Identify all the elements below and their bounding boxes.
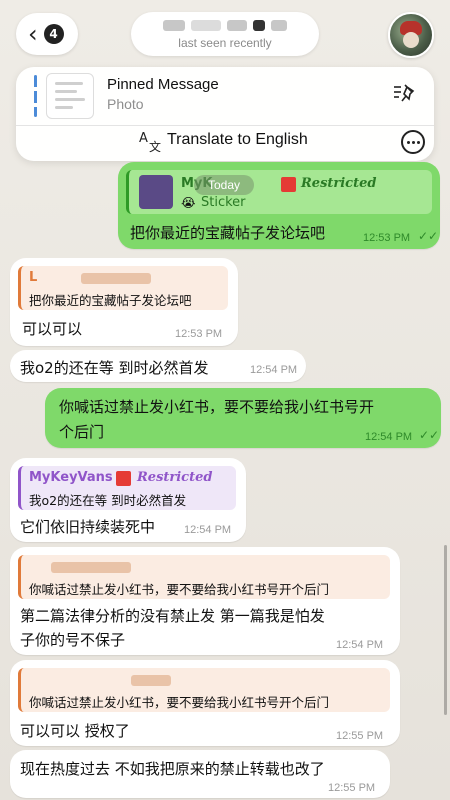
reply-text: 你喊话过禁止发小红书，要不要给我小红书号开个后门 xyxy=(29,695,330,710)
message-text-line-2: 个后门 xyxy=(59,423,105,441)
panel-divider xyxy=(16,125,434,126)
pinned-subtitle: Photo xyxy=(107,96,144,112)
message-text-line-1: 第二篇法律分析的没有禁止发 第一篇我是怕发 xyxy=(20,607,325,625)
restricted-label: Restricted xyxy=(301,176,377,191)
message-time: 12:54 PM xyxy=(336,639,384,651)
reply-preview[interactable]: L 把你最近的宝藏帖子发论坛吧 xyxy=(18,266,228,310)
contact-status: last seen recently xyxy=(178,36,272,50)
svg-text:A: A xyxy=(139,131,148,146)
message-bubble-incoming[interactable]: MyKeyVans Restricted 我o2的还在等 到时必然首发 它们依旧… xyxy=(10,458,246,542)
message-bubble-incoming[interactable]: L 把你最近的宝藏帖子发论坛吧 可以可以 12:53 PM xyxy=(10,258,238,346)
sticker-thumbnail xyxy=(139,175,173,209)
double-check-icon: ✓✓ xyxy=(418,229,439,243)
message-bubble-incoming[interactable]: 你喊话过禁止发小红书，要不要给我小红书号开个后门 第二篇法律分析的没有禁止发 第… xyxy=(10,547,400,655)
red-square-icon xyxy=(281,177,296,192)
message-text: 可以可以 授权了 xyxy=(20,722,130,740)
back-button[interactable]: ‹ 4 xyxy=(16,13,78,55)
restricted-label: Restricted xyxy=(137,470,213,485)
redacted-name xyxy=(51,562,131,573)
chat-title[interactable]: last seen recently xyxy=(131,12,319,56)
message-text: 把你最近的宝藏帖子发论坛吧 xyxy=(130,224,326,242)
message-time: 12:54 PM xyxy=(250,364,298,376)
pinned-panel: Pinned Message Photo A 文 Translate to En… xyxy=(16,67,434,161)
message-time: 12:54 PM xyxy=(184,524,232,536)
message-time: 12:55 PM xyxy=(328,782,376,794)
message-bubble-incoming[interactable]: 我o2的还在等 到时必然首发 12:54 PM xyxy=(10,350,306,382)
message-time: 12:53 PM xyxy=(175,328,223,340)
reply-preview[interactable]: MyK Restricted 😭 Sticker xyxy=(126,170,432,214)
reply-subtitle: Sticker xyxy=(201,195,246,210)
reply-preview[interactable]: 你喊话过禁止发小红书，要不要给我小红书号开个后门 xyxy=(18,668,390,712)
message-bubble-incoming[interactable]: 你喊话过禁止发小红书，要不要给我小红书号开个后门 可以可以 授权了 12:55 … xyxy=(10,660,400,746)
pinned-photo-thumbnail[interactable] xyxy=(46,73,94,119)
reply-text: 你喊话过禁止发小红书，要不要给我小红书号开个后门 xyxy=(29,582,330,597)
contact-avatar[interactable] xyxy=(388,12,434,58)
message-text-line-1: 你喊话过禁止发小红书，要不要给我小红书号开 xyxy=(59,398,375,416)
message-text: 现在热度过去 不如我把原来的禁止转载也改了 xyxy=(20,760,325,778)
chat-header: ‹ 4 last seen recently xyxy=(0,0,450,68)
message-text-line-2: 子你的号不保子 xyxy=(20,631,126,649)
translate-button[interactable]: Translate to English xyxy=(167,131,308,149)
svg-text:文: 文 xyxy=(149,139,161,153)
date-badge: Today xyxy=(194,175,254,195)
red-square-icon xyxy=(116,471,131,486)
pinned-title[interactable]: Pinned Message xyxy=(107,76,219,93)
message-text: 它们依旧持续装死中 xyxy=(20,518,156,536)
reply-preview[interactable]: MyKeyVans Restricted 我o2的还在等 到时必然首发 xyxy=(18,466,236,510)
contact-name-redacted xyxy=(163,18,287,32)
message-text: 我o2的还在等 到时必然首发 xyxy=(20,359,209,377)
message-time: 12:53 PM xyxy=(363,232,411,244)
message-bubble-incoming[interactable]: 现在热度过去 不如我把原来的禁止转载也改了 12:55 PM xyxy=(10,750,390,798)
scrollbar[interactable] xyxy=(444,545,447,715)
message-bubble-outgoing[interactable]: MyK Restricted 😭 Sticker 把你最近的宝藏帖子发论坛吧 1… xyxy=(118,162,440,249)
reply-sender-name: MyKeyVans xyxy=(29,470,113,485)
message-bubble-outgoing[interactable]: 你喊话过禁止发小红书，要不要给我小红书号开 个后门 12:54 PM ✓✓ xyxy=(45,388,441,448)
pinned-indicator xyxy=(34,75,37,117)
double-check-icon: ✓✓ xyxy=(419,428,440,442)
message-text: 可以可以 xyxy=(22,320,83,338)
reply-sender-name: L xyxy=(29,270,38,285)
message-time: 12:54 PM xyxy=(365,431,413,443)
unread-count-badge: 4 xyxy=(43,24,64,44)
pin-list-icon[interactable] xyxy=(392,81,416,105)
more-options-icon[interactable] xyxy=(401,130,425,154)
message-time: 12:55 PM xyxy=(336,730,384,742)
reply-preview[interactable]: 你喊话过禁止发小红书，要不要给我小红书号开个后门 xyxy=(18,555,390,599)
reply-text: 我o2的还在等 到时必然首发 xyxy=(29,493,187,508)
reply-text: 把你最近的宝藏帖子发论坛吧 xyxy=(29,293,192,308)
translate-icon: A 文 xyxy=(139,131,161,153)
chevron-left-icon: ‹ xyxy=(28,20,38,48)
redacted-name xyxy=(81,273,151,284)
sticker-emoji: 😭 xyxy=(181,195,196,210)
redacted-name xyxy=(131,675,171,686)
